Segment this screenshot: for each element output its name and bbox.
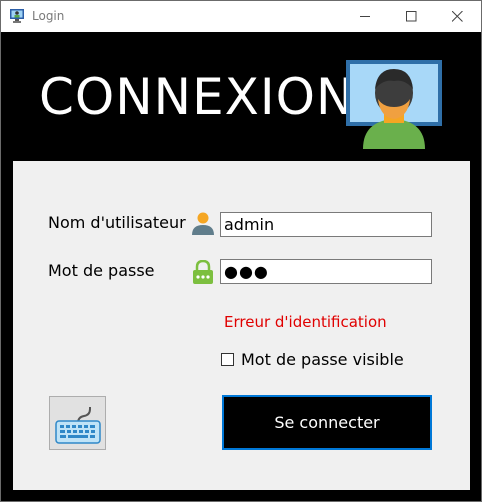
- close-button[interactable]: [435, 1, 481, 32]
- app-icon: [9, 8, 25, 24]
- show-password-label[interactable]: Mot de passe visible: [241, 350, 404, 369]
- virtual-keyboard-button[interactable]: [49, 396, 106, 450]
- maximize-icon: [406, 11, 417, 22]
- header-title: CONNEXION: [39, 68, 355, 126]
- connect-button[interactable]: Se connecter: [222, 395, 432, 450]
- keyboard-icon: [55, 407, 101, 444]
- username-field[interactable]: admin: [220, 212, 432, 237]
- password-label: Mot de passe: [48, 261, 155, 280]
- close-icon: [452, 11, 463, 22]
- minimize-button[interactable]: [343, 1, 389, 32]
- username-label: Nom d'utilisateur: [48, 213, 186, 232]
- login-window: Login CONNEXION Nom d'utilisateur admin …: [0, 0, 482, 502]
- password-field[interactable]: ●●●: [220, 259, 432, 284]
- minimize-icon: [360, 16, 370, 17]
- title-bar[interactable]: Login: [1, 1, 481, 32]
- window-title: Login: [32, 9, 65, 23]
- user-at-monitor-icon: [346, 60, 442, 149]
- login-form-panel: Nom d'utilisateur admin Mot de passe ●●●…: [13, 161, 470, 490]
- user-icon: [192, 212, 214, 235]
- lock-icon: [193, 260, 213, 284]
- show-password-checkbox[interactable]: [221, 353, 234, 366]
- maximize-button[interactable]: [389, 1, 435, 32]
- error-message: Erreur d'identification: [224, 313, 387, 331]
- connect-button-label: Se connecter: [274, 413, 380, 432]
